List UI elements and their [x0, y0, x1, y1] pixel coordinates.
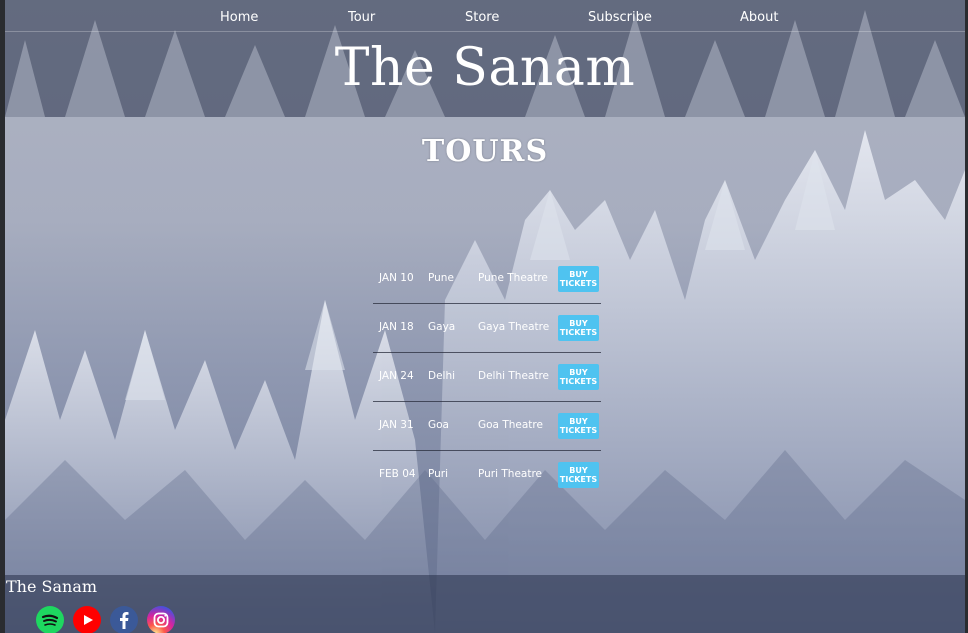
youtube-icon [73, 606, 101, 633]
tour-date: JAN 10 [379, 272, 414, 284]
tour-city: Puri [428, 468, 449, 480]
tour-row: JAN 31 Goa Goa Theatre BUY TICKETS [373, 402, 601, 451]
instagram-link[interactable] [147, 606, 175, 633]
buy-tickets-label: BUY TICKETS [559, 368, 598, 386]
buy-tickets-label: BUY TICKETS [559, 319, 598, 337]
nav-subscribe-link[interactable]: Subscribe [588, 10, 652, 25]
page: Home Tour Store Subscribe About The Sana… [0, 0, 968, 633]
facebook-link[interactable] [110, 606, 138, 633]
tour-city: Delhi [428, 370, 456, 382]
nav-store-link[interactable]: Store [465, 10, 499, 25]
tour-venue: Gaya Theatre [478, 321, 550, 333]
spotify-icon [36, 606, 64, 633]
buy-tickets-label: BUY TICKETS [559, 466, 598, 484]
buy-tickets-button[interactable]: BUY TICKETS [558, 364, 599, 390]
spotify-link[interactable] [36, 606, 64, 633]
tour-date: JAN 18 [379, 321, 414, 333]
nav-about-link[interactable]: About [740, 10, 778, 25]
site-header: Home Tour Store Subscribe About The Sana… [5, 0, 965, 117]
tour-city: Pune [428, 272, 454, 284]
nav-tour-link[interactable]: Tour [348, 10, 375, 25]
buy-tickets-button[interactable]: BUY TICKETS [558, 315, 599, 341]
buy-tickets-label: BUY TICKETS [559, 270, 598, 288]
tours-heading: TOURS [421, 134, 549, 169]
tour-city: Goa [428, 419, 449, 431]
instagram-icon [147, 606, 175, 633]
tour-date: JAN 24 [379, 370, 414, 382]
buy-tickets-button[interactable]: BUY TICKETS [558, 462, 599, 488]
site-title: The Sanam [334, 38, 636, 98]
footer-title: The Sanam [6, 577, 98, 596]
tour-row: FEB 04 Puri Puri Theatre BUY TICKETS [373, 451, 601, 500]
tour-date: FEB 04 [379, 468, 416, 480]
buy-tickets-button[interactable]: BUY TICKETS [558, 413, 599, 439]
tour-date: JAN 31 [379, 419, 414, 431]
main-navigation: Home Tour Store Subscribe About [5, 0, 965, 32]
site-footer: The Sanam [5, 575, 965, 633]
tour-city: Gaya [428, 321, 456, 333]
buy-tickets-button[interactable]: BUY TICKETS [558, 266, 599, 292]
nav-home-link[interactable]: Home [220, 10, 258, 25]
tour-venue: Delhi Theatre [478, 370, 549, 382]
tour-venue: Puri Theatre [478, 468, 542, 480]
buy-tickets-label: BUY TICKETS [559, 417, 598, 435]
youtube-link[interactable] [73, 606, 101, 633]
tour-venue: Pune Theatre [478, 272, 548, 284]
tour-row: JAN 10 Pune Pune Theatre BUY TICKETS [373, 255, 601, 304]
facebook-icon [110, 606, 138, 633]
tour-row: JAN 18 Gaya Gaya Theatre BUY TICKETS [373, 304, 601, 353]
tour-row: JAN 24 Delhi Delhi Theatre BUY TICKETS [373, 353, 601, 402]
tour-list: JAN 10 Pune Pune Theatre BUY TICKETS JAN … [373, 255, 601, 500]
tour-venue: Goa Theatre [478, 419, 543, 431]
